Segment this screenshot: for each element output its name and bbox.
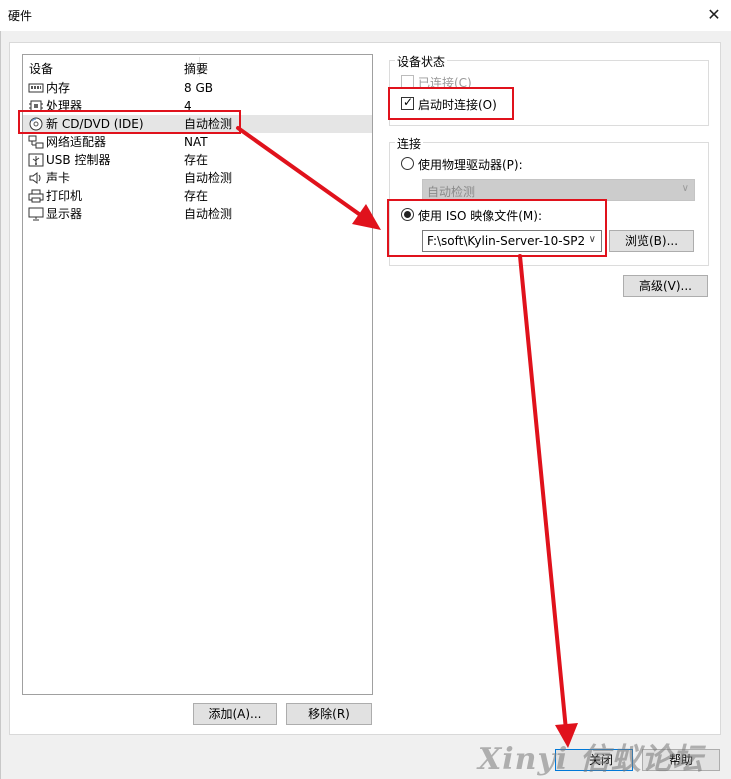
monitor-icon [28, 207, 44, 221]
device-summary: 存在 [184, 189, 209, 203]
device-summary: 8 GB [184, 81, 213, 95]
device-list[interactable]: 设备 摘要 内存 8 GB 处理器 4 新 CD/DVD (IDE) 自动检测 … [22, 54, 373, 695]
physical-drive-radio[interactable] [401, 157, 414, 170]
device-name: 声卡 [46, 171, 71, 185]
browse-button[interactable]: 浏览(B)... [609, 230, 694, 252]
connect-at-power-on-checkbox[interactable]: ✓ [401, 95, 414, 110]
connection-title: 连接 [395, 135, 424, 152]
device-row-processor[interactable]: 处理器 4 [23, 97, 372, 115]
device-summary: 存在 [184, 153, 209, 167]
chevron-down-icon: ∨ [588, 234, 596, 245]
device-row-memory[interactable]: 内存 8 GB [23, 79, 372, 97]
usb-icon [28, 153, 44, 167]
device-name: 处理器 [46, 99, 83, 113]
physical-drive-select[interactable]: 自动检测 ∨ [422, 179, 695, 201]
network-adapter-icon [28, 135, 44, 149]
device-name: 打印机 [46, 189, 83, 203]
iso-image-path-select[interactable]: F:\soft\Kylin-Server-10-SP2-x86 ∨ [422, 230, 602, 252]
column-header-device[interactable]: 设备 [29, 60, 53, 77]
device-row-sound-card[interactable]: 声卡 自动检测 [23, 169, 372, 187]
device-row-display[interactable]: 显示器 自动检测 [23, 205, 372, 223]
memory-icon [28, 81, 44, 95]
close-icon[interactable]: ✕ [704, 5, 724, 25]
remove-device-button[interactable]: 移除(R) [286, 703, 372, 725]
device-summary: 自动检测 [184, 207, 233, 221]
chevron-down-icon: ∨ [681, 183, 689, 194]
window-title: 硬件 [8, 9, 33, 23]
device-name: 网络适配器 [46, 135, 107, 149]
column-header-summary[interactable]: 摘要 [184, 60, 208, 77]
device-row-printer[interactable]: 打印机 存在 [23, 187, 372, 205]
connected-checkbox[interactable] [401, 75, 414, 88]
add-device-button[interactable]: 添加(A)... [193, 703, 277, 725]
iso-image-radio[interactable] [401, 208, 414, 221]
device-status-title: 设备状态 [395, 53, 448, 70]
device-name: USB 控制器 [46, 153, 111, 167]
device-row-network-adapter[interactable]: 网络适配器 NAT [23, 133, 372, 151]
check-mark-icon: ✓ [403, 95, 414, 109]
device-row-cd-dvd[interactable]: 新 CD/DVD (IDE) 自动检测 [23, 115, 372, 133]
iso-image-path-value: F:\soft\Kylin-Server-10-SP2-x86 [427, 234, 585, 248]
device-row-usb-controller[interactable]: USB 控制器 存在 [23, 151, 372, 169]
device-summary: 4 [184, 99, 192, 113]
cd-dvd-icon [28, 117, 44, 131]
title-bar: 硬件 ✕ [0, 0, 731, 31]
device-name: 新 CD/DVD (IDE) [46, 117, 144, 131]
device-summary: 自动检测 [184, 117, 233, 131]
device-name: 显示器 [46, 207, 83, 221]
physical-drive-label: 使用物理驱动器(P): [418, 158, 523, 172]
printer-icon [28, 189, 44, 203]
radio-dot [404, 211, 411, 218]
physical-drive-value: 自动检测 [427, 185, 476, 199]
window-border [0, 31, 1, 779]
processor-icon [28, 99, 44, 113]
device-name: 内存 [46, 81, 71, 95]
connect-at-power-on-label: 启动时连接(O) [418, 98, 497, 112]
advanced-button[interactable]: 高级(V)... [623, 275, 708, 297]
device-summary: 自动检测 [184, 171, 233, 185]
device-list-header: 设备 摘要 [23, 55, 372, 79]
watermark: Xinyi 信蚁论坛 [478, 742, 704, 777]
connected-label: 已连接(C) [418, 76, 472, 90]
device-summary: NAT [184, 135, 208, 149]
iso-image-label: 使用 ISO 映像文件(M): [418, 209, 542, 223]
speaker-icon [28, 171, 44, 185]
